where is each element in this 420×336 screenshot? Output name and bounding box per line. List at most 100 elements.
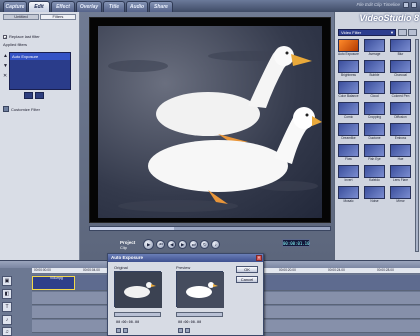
filter-thumbnail[interactable]: Emboss	[390, 123, 411, 141]
dialog-next-button[interactable]	[185, 328, 190, 333]
repeat-button[interactable]: ↻	[200, 240, 210, 249]
filter-thumbnail[interactable]: Mirror	[390, 186, 411, 204]
step-tab-title[interactable]: Title	[103, 1, 125, 12]
applied-filters-list[interactable]: Auto Exposure	[9, 52, 71, 90]
original-timecode: 00:00:00.00	[116, 320, 140, 324]
timecode-display[interactable]: 00:00:01.10	[282, 239, 310, 247]
step-tabs-bar: Capture Edit Effect Overlay Title Audio …	[0, 0, 420, 12]
filter-thumbnail-label: Cloud	[370, 94, 379, 98]
customize-icon	[3, 106, 9, 112]
move-down-icon[interactable]: ▼	[3, 64, 8, 69]
filter-thumbnail-label: Diffusion	[394, 115, 407, 119]
home-button[interactable]: ⏮	[156, 240, 166, 249]
step-tab-effect[interactable]: Effect	[51, 1, 75, 12]
close-icon[interactable]: ×	[256, 255, 262, 261]
filter-thumbnail[interactable]: Cloud	[364, 81, 385, 99]
dialog-play-button[interactable]	[116, 328, 121, 333]
filter-thumbnail[interactable]: Mosaic	[338, 186, 359, 204]
preview-scrubber-dialog[interactable]	[176, 312, 223, 317]
volume-button[interactable]: ♪	[211, 240, 221, 249]
filter-thumbnail[interactable]: Flow	[338, 144, 359, 162]
filter-thumbnail-grid: Auto Exposure Average Blur Brightness Bubble…	[338, 39, 418, 204]
ok-button[interactable]: OK	[236, 266, 258, 273]
title-track-icon[interactable]: T	[2, 302, 12, 312]
overlay-track-icon[interactable]: ◧	[2, 289, 12, 299]
step-tab-capture[interactable]: Capture	[3, 1, 27, 12]
filter-thumbnail-label: Comic	[343, 115, 354, 119]
filter-thumbnail[interactable]: Cropping	[364, 102, 385, 120]
play-button[interactable]: ▶	[143, 239, 155, 250]
step-tab-share[interactable]: Share	[149, 1, 173, 12]
filter-thumbnail-label: Blur	[397, 52, 404, 56]
cancel-button[interactable]: Cancel	[236, 276, 258, 283]
clip-mode-label[interactable]: Clip	[120, 245, 138, 250]
filter-thumbnail[interactable]: Comic	[338, 102, 359, 120]
filter-thumbnail[interactable]: Hue	[390, 144, 411, 162]
video-scene-ducks	[98, 26, 322, 218]
library-panel: VideoStudio 8 Video Filter ▼ Auto Exposu…	[334, 12, 420, 260]
filter-thumbnail-image	[364, 144, 385, 157]
filter-thumbnail-image	[364, 186, 385, 199]
filter-thumbnail[interactable]: Fish Eye	[364, 144, 385, 162]
filter-thumbnail-label: Invert	[344, 178, 353, 182]
filter-thumbnail-label: Color Balance	[338, 94, 359, 98]
end-button[interactable]: ⏭	[189, 240, 199, 249]
library-scrollbar[interactable]	[415, 39, 419, 252]
filter-thumbnail-image	[364, 60, 385, 73]
filter-thumbnail-image	[364, 102, 385, 115]
step-tab-overlay[interactable]: Overlay	[76, 1, 102, 12]
tab-filters[interactable]: Filters	[40, 14, 76, 20]
previous-frame-button[interactable]: ◀	[167, 240, 177, 249]
filter-thumbnail-image	[390, 81, 411, 94]
tab-untitled[interactable]: Untitled	[3, 14, 39, 20]
library-options-button[interactable]	[408, 29, 417, 36]
filter-thumbnail-label: Flow	[345, 157, 352, 161]
filter-thumbnail-image	[338, 39, 359, 52]
list-item[interactable]: Auto Exposure	[10, 53, 70, 60]
preset-right-button[interactable]	[35, 92, 44, 99]
filter-thumbnail-image	[390, 165, 411, 178]
filter-thumbnail[interactable]: Brightness	[338, 60, 359, 78]
original-scrubber[interactable]	[114, 312, 161, 317]
dialog-stop-button[interactable]	[123, 328, 128, 333]
move-up-icon[interactable]: ▲	[3, 54, 8, 59]
filter-thumbnail[interactable]: Charcoal	[390, 60, 411, 78]
close-window-button[interactable]	[411, 2, 417, 8]
music-track-icon[interactable]: ♫	[2, 327, 12, 336]
preview-label: Preview	[176, 265, 191, 270]
filter-thumbnail-image	[338, 186, 359, 199]
filter-thumbnail[interactable]: Diffusion	[390, 102, 411, 120]
preset-left-button[interactable]	[24, 92, 33, 99]
video-track-icon[interactable]: ▣	[2, 276, 12, 286]
filter-thumbnail[interactable]: Blur	[390, 39, 411, 57]
customize-filter-button[interactable]: Customize Filter	[3, 106, 40, 112]
preview-scrubber[interactable]	[89, 226, 331, 231]
step-tab-edit[interactable]: Edit	[28, 1, 50, 12]
filter-thumbnail-image	[338, 102, 359, 115]
replace-filter-row[interactable]: Replace last filter	[3, 34, 40, 39]
filter-thumbnail-label: Cropping	[368, 115, 381, 119]
filter-thumbnail[interactable]: Lens Flare	[390, 165, 411, 183]
filter-thumbnail[interactable]: Colored Pen	[390, 81, 411, 99]
filter-thumbnail[interactable]: Average	[364, 39, 385, 57]
next-frame-button[interactable]: ▶	[178, 240, 188, 249]
minimize-button[interactable]	[403, 2, 409, 8]
voice-track-icon[interactable]: ♪	[2, 315, 12, 325]
filter-thumbnail[interactable]: Dreamlike	[338, 123, 359, 141]
top-menu[interactable]: File Edit Clip Timeline	[357, 2, 400, 7]
replace-filter-checkbox[interactable]	[3, 34, 7, 39]
filter-thumbnail[interactable]: Duotone	[364, 123, 385, 141]
filter-thumbnail-image	[338, 144, 359, 157]
filter-thumbnail[interactable]: Kaleido	[364, 165, 385, 183]
filter-thumbnail[interactable]: Auto Exposure	[338, 39, 359, 57]
dialog-keyframe-button[interactable]	[178, 328, 183, 333]
filter-thumbnail[interactable]: Invert	[338, 165, 359, 183]
filter-thumbnail[interactable]: Bubble	[364, 60, 385, 78]
filter-thumbnail[interactable]: Color Balance	[338, 81, 359, 99]
filter-thumbnail[interactable]: Noise	[364, 186, 385, 204]
delete-filter-icon[interactable]: ✕	[3, 74, 8, 79]
library-add-button[interactable]	[398, 29, 407, 36]
library-category-select[interactable]: Video Filter ▼	[338, 29, 396, 36]
step-tab-audio[interactable]: Audio	[126, 1, 148, 12]
filter-thumbnail-image	[338, 123, 359, 136]
